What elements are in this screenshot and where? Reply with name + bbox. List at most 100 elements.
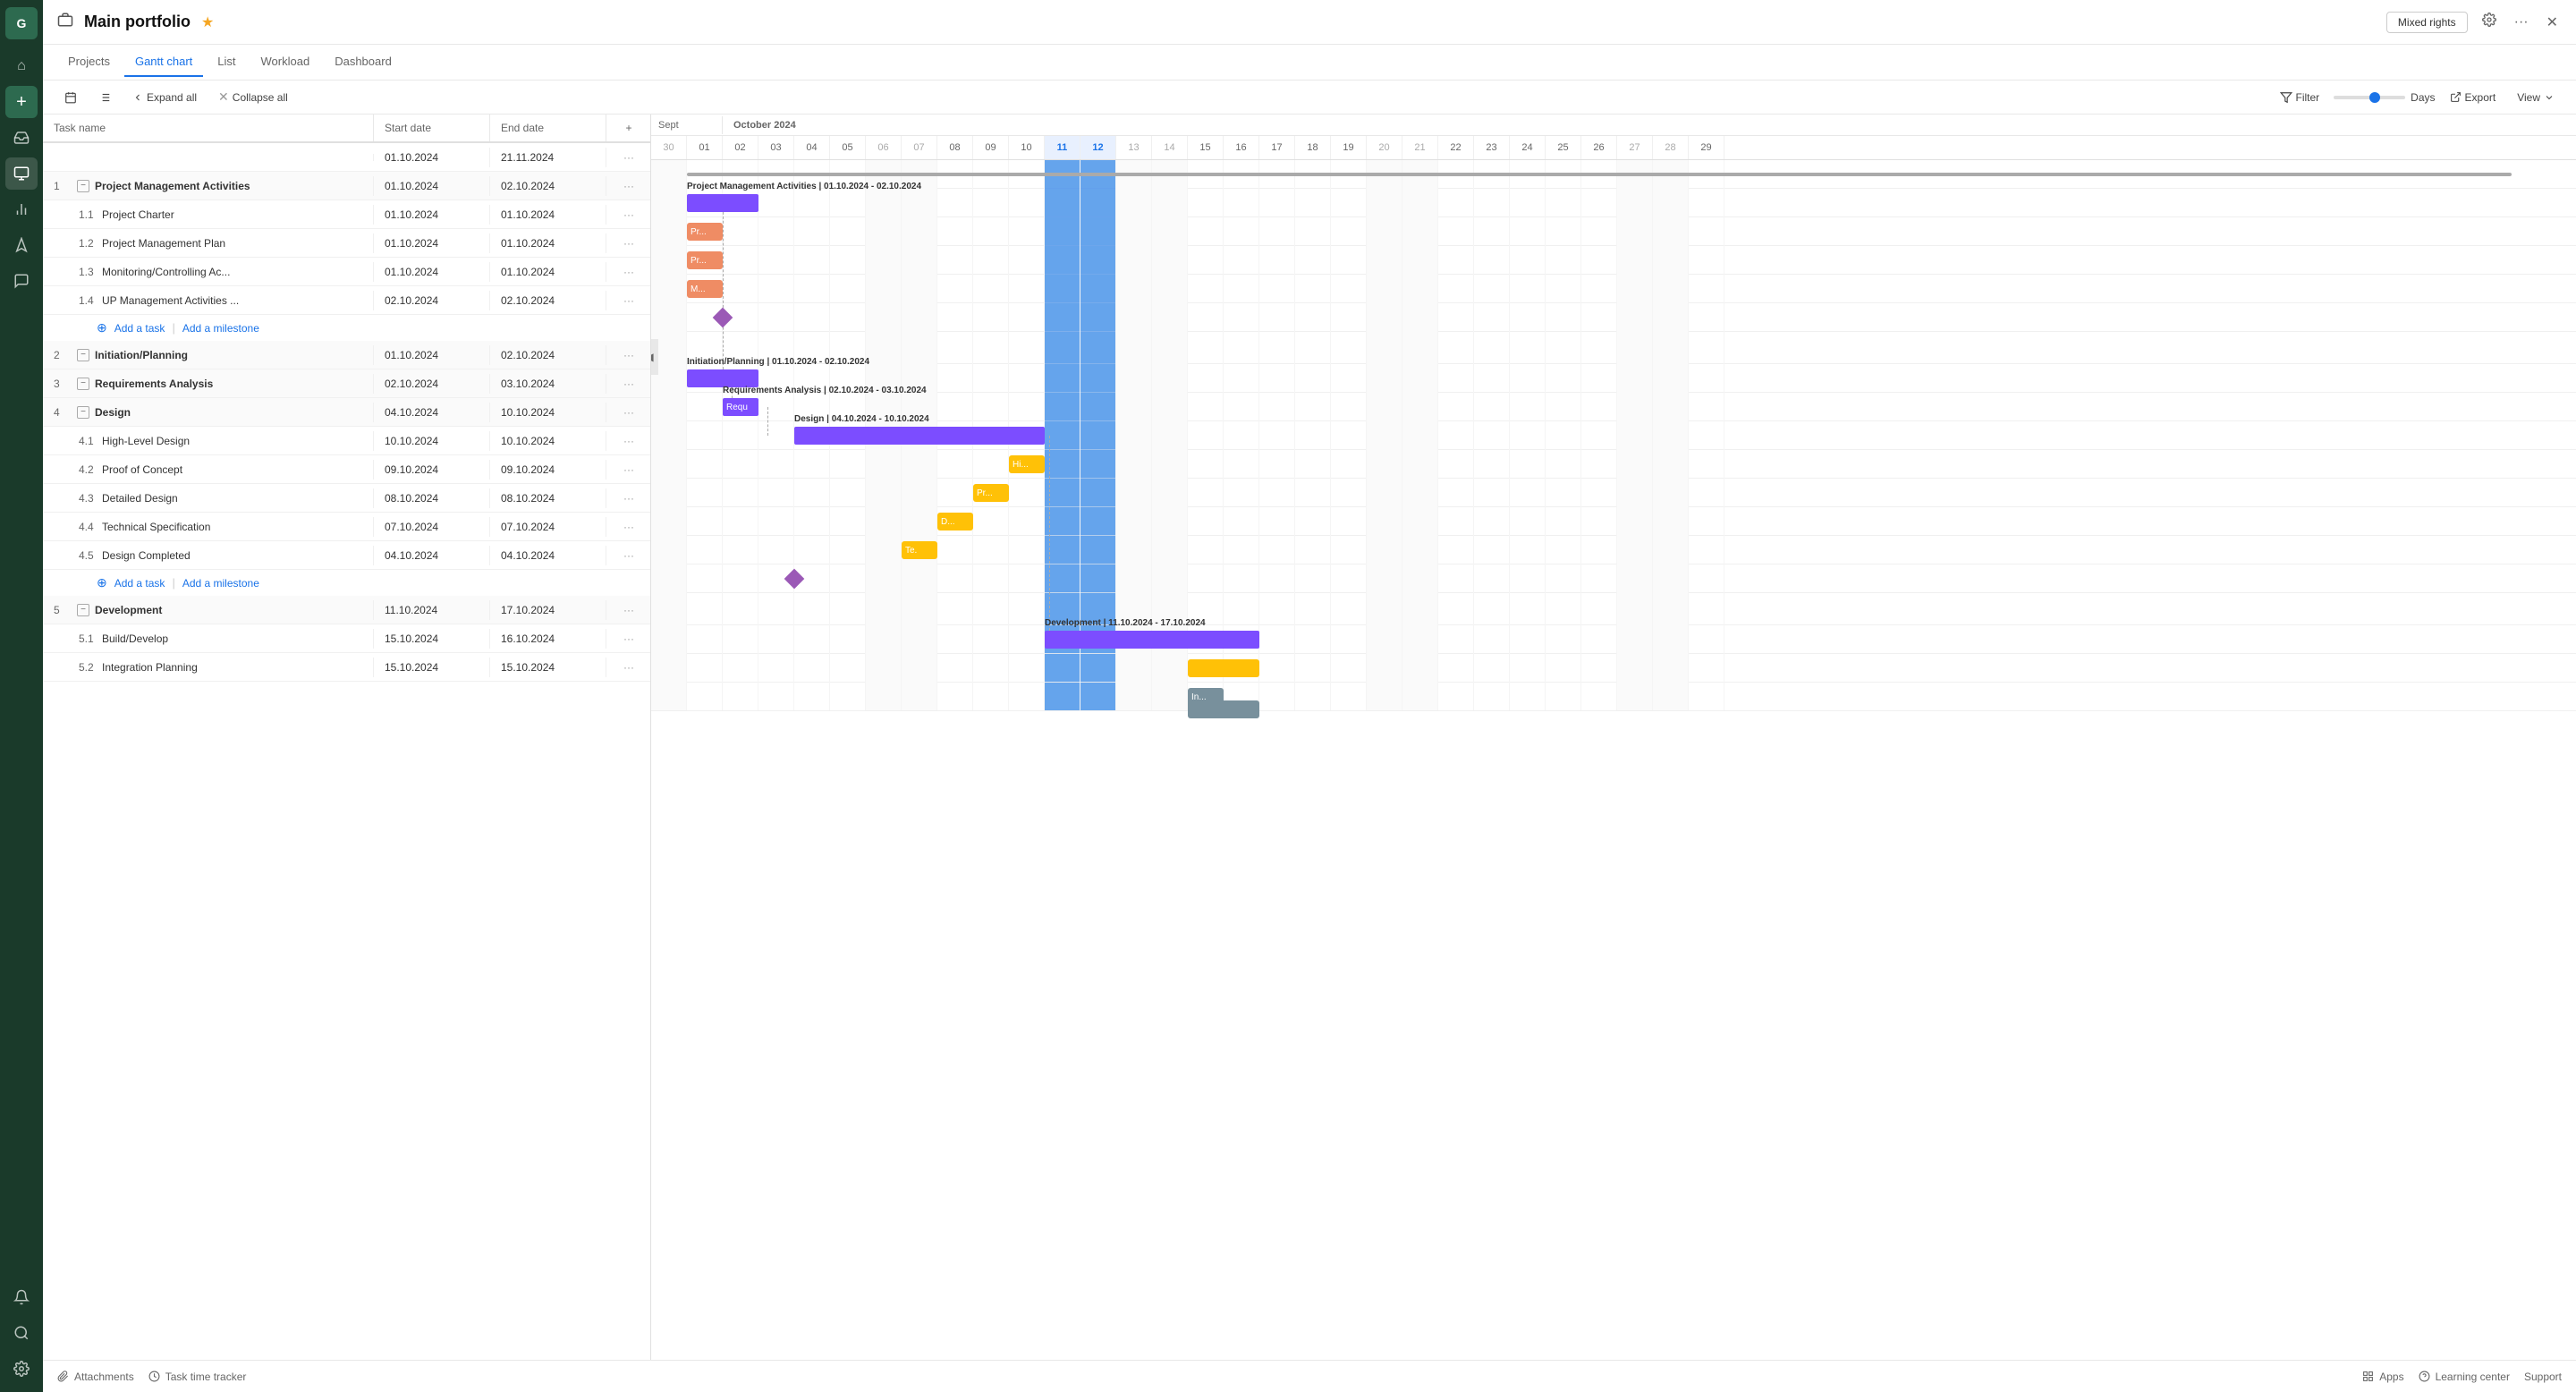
apps-button[interactable]: Apps [2362, 1371, 2403, 1383]
expand-icon[interactable]: − [77, 349, 89, 361]
navigation-tabs: Projects Gantt chart List Workload Dashb… [43, 45, 2576, 81]
time-tracker-button[interactable]: Task time tracker [148, 1371, 247, 1383]
gantt-bar[interactable]: Te. [902, 541, 937, 559]
gantt-month-row: Sept October 2024 [651, 115, 2576, 136]
tab-projects[interactable]: Projects [57, 47, 121, 77]
table-row: 3 − Requirements Analysis 02.10.2024 03.… [43, 369, 650, 398]
gantt-bar[interactable] [1188, 659, 1259, 677]
sidebar-reports[interactable] [5, 193, 38, 225]
gantt-day-03: 03 [758, 136, 794, 159]
gantt-bar[interactable]: Pr... [687, 223, 723, 241]
table-row: 4.2 Proof of Concept 09.10.2024 09.10.20… [43, 455, 650, 484]
expand-icon[interactable]: − [77, 378, 89, 390]
tab-dashboard[interactable]: Dashboard [324, 47, 402, 77]
gantt-bar[interactable]: Requ [723, 398, 758, 416]
actions-cell[interactable]: ··· [606, 148, 651, 167]
sidebar-search[interactable] [5, 1317, 38, 1349]
add-task-icon[interactable]: ⊕ [97, 320, 107, 335]
gantt-bar[interactable]: Hi... [1009, 455, 1045, 473]
task-name-cell: 5.1 Build/Develop [43, 629, 374, 649]
logo-icon[interactable]: G [5, 7, 38, 39]
sidebar-home[interactable]: ⌂ [5, 50, 38, 82]
close-button[interactable]: ✕ [2543, 10, 2562, 35]
task-name-cell: 5.2 Integration Planning [43, 658, 374, 677]
add-milestone-link[interactable]: Add a milestone [182, 322, 259, 335]
gantt-bar[interactable]: D... [937, 513, 973, 530]
gantt-body: Project Management Activities | 01.10.20… [651, 160, 2576, 711]
expand-icon[interactable]: − [77, 406, 89, 419]
sidebar-notifications[interactable] [5, 1281, 38, 1313]
gantt-bar[interactable] [1188, 700, 1259, 718]
expand-icon[interactable]: − [77, 180, 89, 192]
gantt-collapse-button[interactable]: ◀ [651, 339, 658, 375]
collapse-all-button[interactable]: ✕ Collapse all [211, 86, 295, 108]
gantt-bar[interactable]: Pr... [687, 251, 723, 269]
gantt-connector [767, 407, 769, 436]
sidebar-projects[interactable] [5, 157, 38, 190]
gantt-day-16: 16 [1224, 136, 1259, 159]
gantt-day-18: 18 [1295, 136, 1331, 159]
table-row: 1.3 Monitoring/Controlling Ac... 01.10.2… [43, 258, 650, 286]
gantt-day-24: 24 [1510, 136, 1546, 159]
task-name-cell: 4.3 Detailed Design [43, 488, 374, 508]
gantt-bg-row [651, 683, 2576, 711]
gantt-day-14: 14 [1152, 136, 1188, 159]
table-row: 4.3 Detailed Design 08.10.2024 08.10.202… [43, 484, 650, 513]
settings-button[interactable] [2479, 9, 2500, 35]
table-row: 5.1 Build/Develop 15.10.2024 16.10.2024 … [43, 624, 650, 653]
mixed-rights-button[interactable]: Mixed rights [2386, 12, 2468, 33]
gantt-bar[interactable]: M... [687, 280, 723, 298]
gantt-view-toggle-1[interactable] [57, 88, 84, 107]
task-table: Task name Start date End date + 01.10.20… [43, 115, 651, 1360]
gantt-day-19: 19 [1331, 136, 1367, 159]
gantt-bar[interactable] [687, 194, 758, 212]
export-button[interactable]: Export [2443, 88, 2504, 107]
more-options-button[interactable]: ··· [2511, 11, 2532, 34]
task-name-cell: 1.2 Project Management Plan [43, 233, 374, 253]
gantt-bar[interactable]: Pr... [973, 484, 1009, 502]
table-row: 5 − Development 11.10.2024 17.10.2024 ··… [43, 596, 650, 624]
table-row: 2 − Initiation/Planning 01.10.2024 02.10… [43, 341, 650, 369]
sidebar-add[interactable]: + [5, 86, 38, 118]
view-button[interactable]: View [2510, 88, 2562, 107]
filter-button[interactable]: Filter [2273, 88, 2327, 107]
add-task-link-4[interactable]: Add a task [114, 577, 165, 590]
gantt-day-22: 22 [1438, 136, 1474, 159]
table-row: 4.5 Design Completed 04.10.2024 04.10.20… [43, 541, 650, 570]
bottom-bar: Attachments Task time tracker Apps Learn… [43, 1360, 2576, 1392]
gantt-day-27: 27 [1617, 136, 1653, 159]
slider-track[interactable] [2334, 96, 2405, 99]
col-add[interactable]: + [606, 115, 651, 141]
gantt-bar[interactable] [1045, 631, 1259, 649]
gantt-day-23: 23 [1474, 136, 1510, 159]
sidebar-chat[interactable] [5, 265, 38, 297]
add-task-link[interactable]: Add a task [114, 322, 165, 335]
days-slider: Days [2334, 91, 2435, 104]
star-icon[interactable]: ★ [201, 13, 214, 31]
sidebar-integrations[interactable] [5, 229, 38, 261]
sidebar-settings[interactable] [5, 1353, 38, 1385]
add-milestone-link-4[interactable]: Add a milestone [182, 577, 259, 590]
tab-gantt-chart[interactable]: Gantt chart [124, 47, 203, 77]
add-task-icon-4[interactable]: ⊕ [97, 575, 107, 590]
task-name-cell: 4.4 Technical Specification [43, 517, 374, 537]
gantt-toolbar: Expand all ✕ Collapse all Filter Days Ex… [43, 81, 2576, 115]
learning-center-button[interactable]: Learning center [2419, 1371, 2510, 1383]
expand-all-button[interactable]: Expand all [125, 88, 204, 107]
support-button[interactable]: Support [2524, 1371, 2562, 1383]
gantt-bar[interactable] [794, 427, 1045, 445]
gantt-day-06: 06 [866, 136, 902, 159]
tab-list[interactable]: List [207, 47, 246, 77]
expand-icon[interactable]: − [77, 604, 89, 616]
main-content: Main portfolio ★ Mixed rights ··· ✕ Proj… [43, 0, 2576, 1392]
gantt-day-09: 09 [973, 136, 1009, 159]
tab-workload[interactable]: Workload [250, 47, 321, 77]
table-row: 5.2 Integration Planning 15.10.2024 15.1… [43, 653, 650, 682]
gantt-view-toggle-2[interactable] [91, 88, 118, 107]
gantt-bar[interactable] [687, 369, 758, 387]
sidebar-inbox[interactable] [5, 122, 38, 154]
table-row: 1.4 UP Management Activities ... 02.10.2… [43, 286, 650, 315]
attachments-button[interactable]: Attachments [57, 1371, 134, 1383]
task-name-cell: 1.4 UP Management Activities ... [43, 291, 374, 310]
gantt-header: Sept October 2024 3001020304050607080910… [651, 115, 2576, 160]
